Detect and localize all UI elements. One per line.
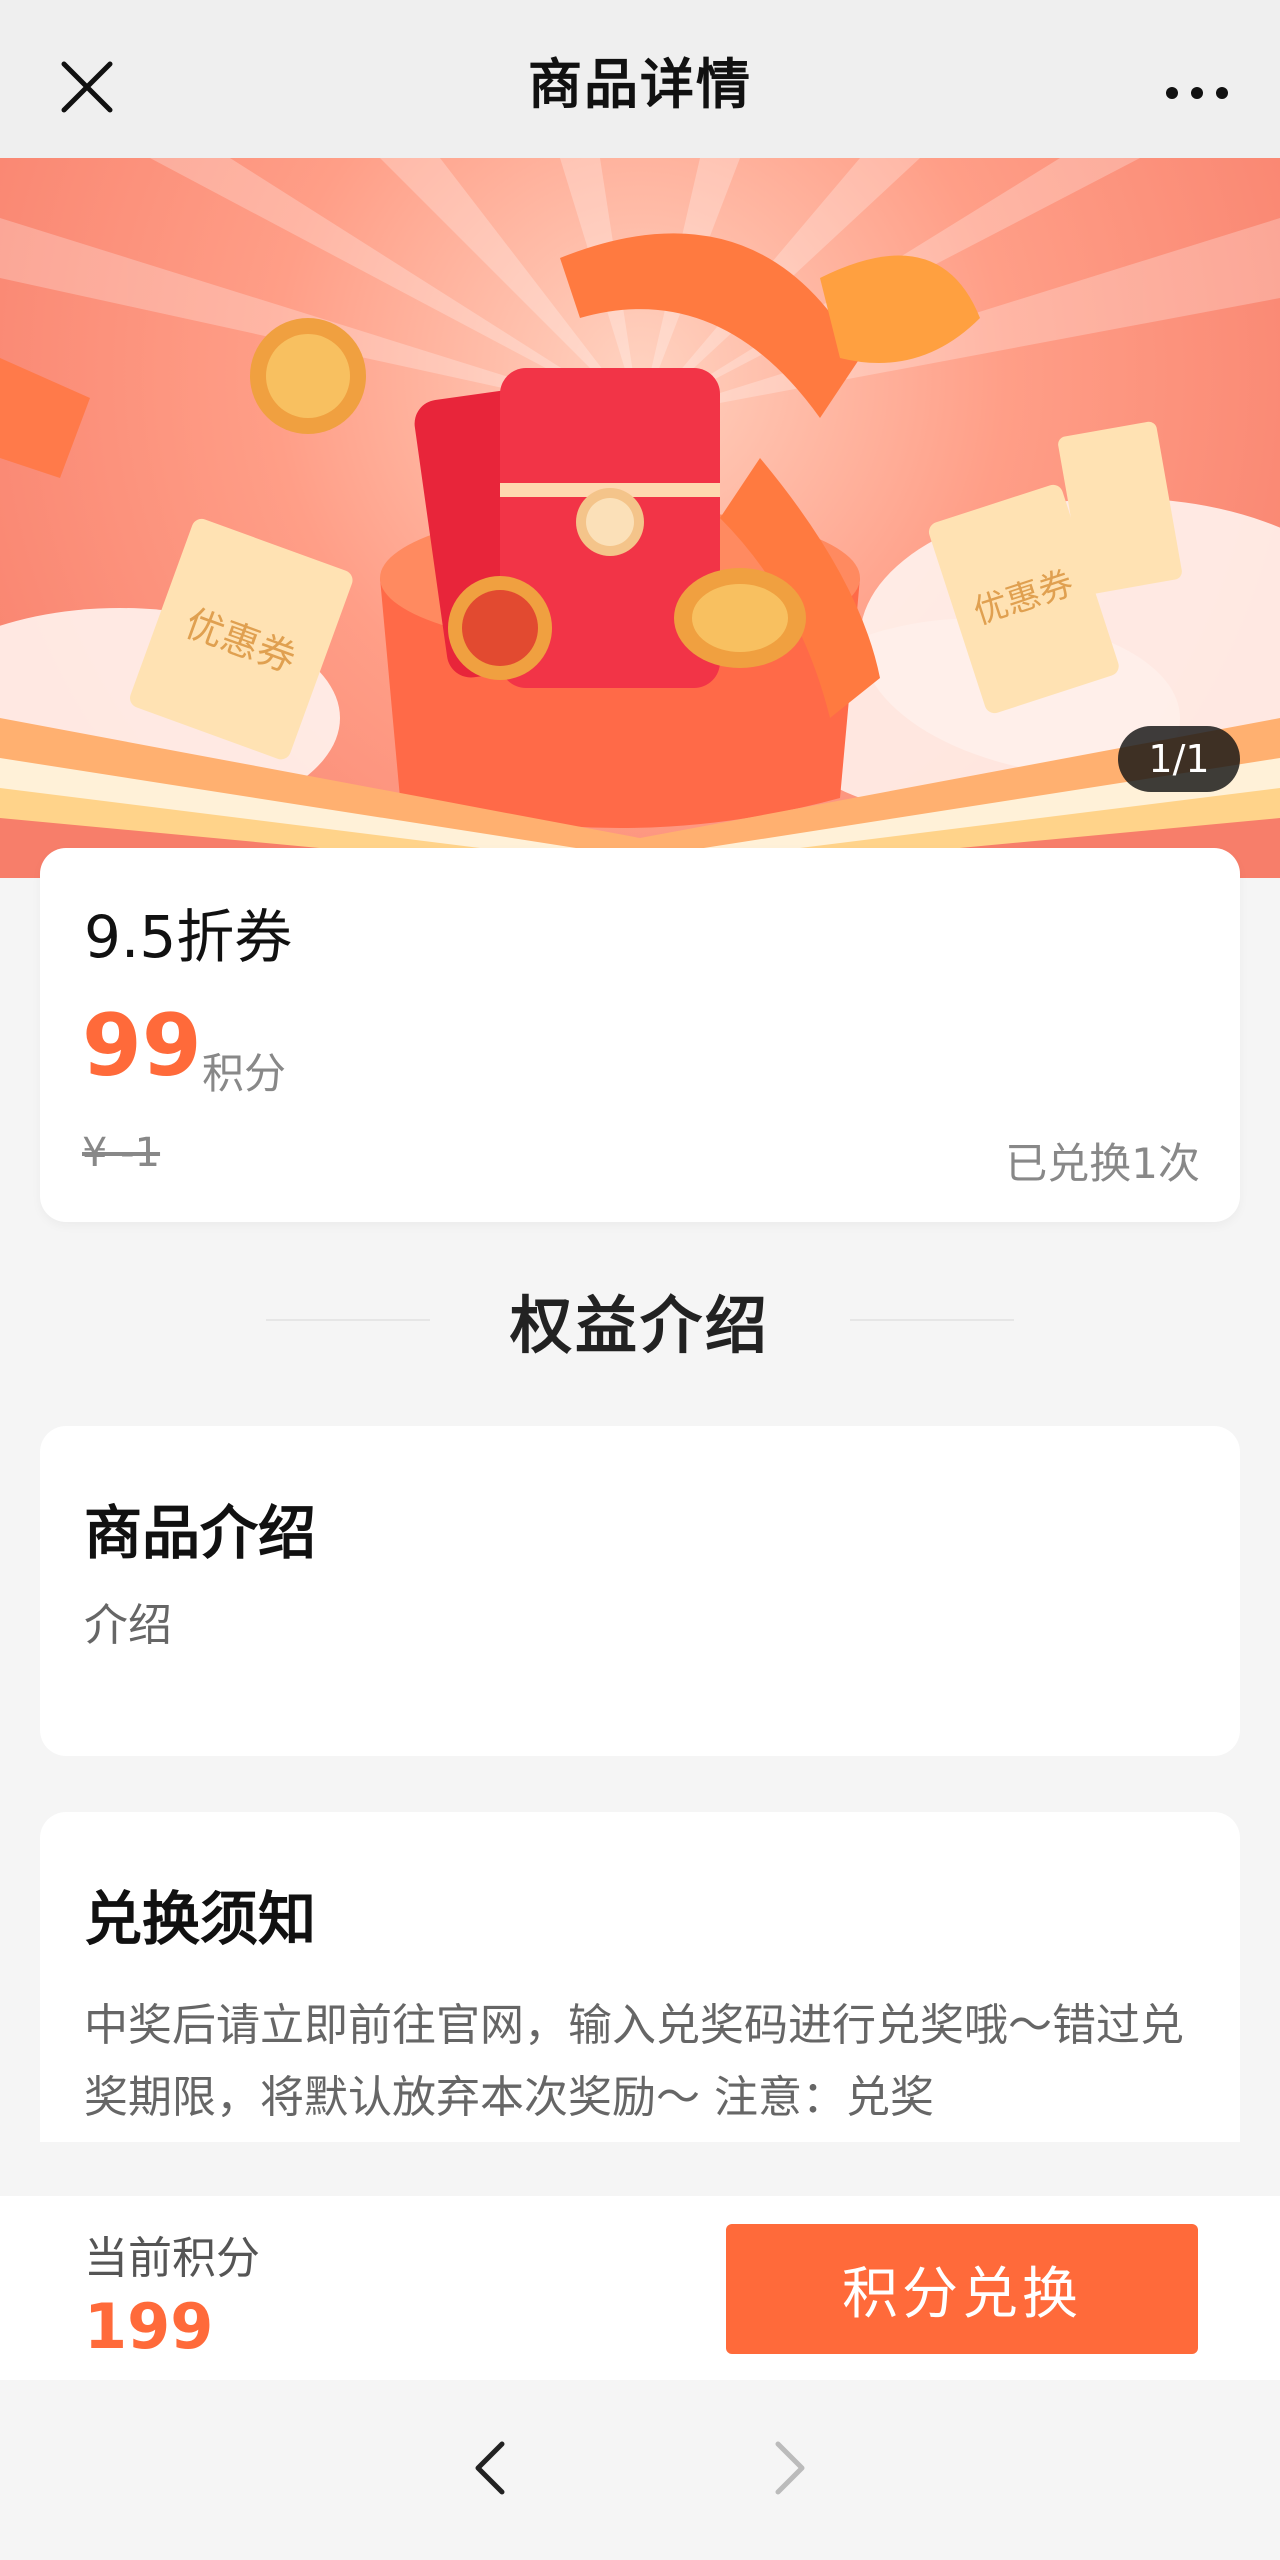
browser-nav-bar (0, 2380, 1280, 2560)
points-price: 99 (82, 996, 202, 1096)
divider-left (265, 1319, 430, 1321)
image-pager: 1/1 (1118, 726, 1240, 792)
benefits-section-header: 权益介绍 (0, 1280, 1280, 1362)
redeem-notice-card: 兑换须知 中奖后请立即前往官网，输入兑奖码进行兑奖哦～错过兑奖期限，将默认放弃本… (40, 1812, 1240, 2142)
notice-title: 兑换须知 (84, 1885, 317, 1953)
chevron-right-icon (775, 2441, 805, 2495)
product-intro-card: 商品介绍 介绍 (40, 1426, 1240, 1756)
more-button[interactable] (1158, 58, 1236, 128)
redeem-button[interactable]: 积分兑换 (726, 2224, 1198, 2354)
product-card: 9.5折券 99 积分 ¥ -1 已兑换1次 (40, 848, 1240, 1222)
close-icon (61, 61, 113, 113)
section-title: 权益介绍 (509, 1289, 770, 1362)
back-button[interactable] (442, 2420, 538, 2516)
product-name: 9.5折券 (84, 903, 293, 971)
intro-title: 商品介绍 (84, 1499, 317, 1567)
more-icon (1166, 87, 1228, 99)
redeemed-count: 已兑换1次 (1005, 1139, 1200, 1188)
bottom-action-bar: 当前积分 199 积分兑换 (0, 2196, 1280, 2380)
gift-box-illustration: 优惠券 优惠券 (0, 158, 1280, 878)
notice-body: 中奖后请立即前往官网，输入兑奖码进行兑奖哦～错过兑奖期限，将默认放弃本次奖励～ … (84, 2000, 1184, 2123)
current-points-label: 当前积分 (84, 2233, 260, 2284)
divider-right (850, 1319, 1014, 1321)
top-nav-bar: 商品详情 (0, 0, 1280, 158)
product-banner[interactable]: 优惠券 优惠券 1/1 (0, 158, 1280, 878)
close-button[interactable] (50, 50, 124, 124)
current-points-value: 199 (84, 2290, 214, 2363)
points-unit: 积分 (202, 1049, 287, 1098)
page-title: 商品详情 (528, 52, 752, 116)
forward-button[interactable] (742, 2420, 838, 2516)
intro-body: 介绍 (84, 1600, 172, 1651)
chevron-left-icon (475, 2441, 505, 2495)
original-price: ¥ -1 (82, 1130, 161, 1176)
